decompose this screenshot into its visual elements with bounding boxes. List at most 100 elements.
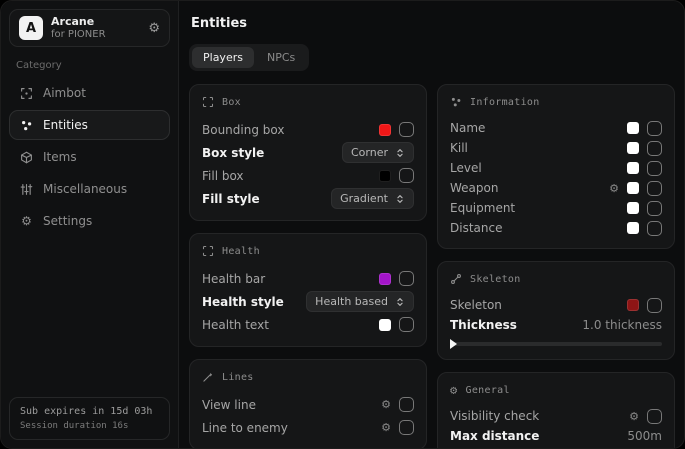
box-style-dropdown[interactable]: Corner: [342, 142, 414, 163]
color-swatch[interactable]: [379, 273, 391, 285]
box-style-row: Box style Corner: [202, 141, 414, 164]
box-panel: Box Bounding box Box style Corner: [189, 84, 427, 221]
settings-gear-icon[interactable]: ⚙: [609, 183, 619, 194]
brand-subtitle: for PIONER: [51, 29, 106, 40]
page-title: Entities: [191, 16, 675, 31]
subscription-card: Sub expires in 15d 03h Session duration …: [9, 397, 170, 440]
brand-name: Arcane: [51, 16, 106, 28]
max-distance-row: Max distance 500m: [450, 426, 662, 446]
thickness-row: Thickness 1.0 thickness: [450, 315, 662, 335]
row-label: Fill box: [202, 169, 244, 183]
checkbox[interactable]: [647, 121, 662, 136]
thickness-value: 1.0 thickness: [582, 318, 662, 332]
thickness-slider[interactable]: [450, 342, 662, 346]
sub-expiry-text: Sub expires in 15d 03h: [20, 406, 159, 417]
sidebar-item-label: Entities: [43, 118, 88, 132]
sidebar-nav: Aimbot Entities Items Miscellaneous: [9, 78, 170, 236]
sidebar-item-items[interactable]: Items: [9, 142, 170, 172]
information-panel: Information Name Kill: [437, 84, 675, 249]
row-label: Health text: [202, 318, 269, 332]
color-swatch[interactable]: [627, 202, 639, 214]
checkbox[interactable]: [647, 409, 662, 424]
sidebar-item-aimbot[interactable]: Aimbot: [9, 78, 170, 108]
logo-letter: A: [26, 21, 36, 36]
checkbox[interactable]: [647, 161, 662, 176]
skeleton-panel: Skeleton Skeleton Thickness 1.0 thicknes…: [437, 261, 675, 360]
max-distance-value: 500m: [627, 429, 662, 443]
sidebar-item-label: Miscellaneous: [43, 182, 127, 196]
panel-title: Lines: [222, 372, 254, 383]
row-label: Health style: [202, 295, 284, 309]
color-swatch[interactable]: [627, 299, 639, 311]
row-label: Line to enemy: [202, 421, 288, 435]
brand-card: A Arcane for PIONER ⚙: [9, 9, 170, 47]
tab-players[interactable]: Players: [192, 47, 254, 68]
sidebar-item-settings[interactable]: ⚙ Settings: [9, 206, 170, 236]
row-label: Distance: [450, 221, 502, 235]
distance-row: Distance: [450, 218, 662, 238]
checkbox[interactable]: [647, 221, 662, 236]
color-swatch[interactable]: [379, 124, 391, 136]
entities-icon: [20, 119, 33, 132]
bone-icon: [450, 273, 462, 285]
level-row: Level: [450, 158, 662, 178]
checkbox[interactable]: [647, 201, 662, 216]
checkbox[interactable]: [399, 122, 414, 137]
color-swatch[interactable]: [627, 122, 639, 134]
row-label: Box style: [202, 146, 264, 160]
health-bar-row: Health bar: [202, 267, 414, 290]
row-label: Equipment: [450, 201, 515, 215]
checkbox[interactable]: [399, 168, 414, 183]
fill-style-dropdown[interactable]: Gradient: [331, 188, 414, 209]
session-duration-text: Session duration 16s: [20, 421, 159, 431]
sidebar-item-label: Items: [43, 150, 77, 164]
unfold-icon: [395, 148, 405, 158]
bounding-box-row: Bounding box: [202, 118, 414, 141]
sidebar-item-entities[interactable]: Entities: [9, 110, 170, 140]
sidebar-item-miscellaneous[interactable]: Miscellaneous: [9, 174, 170, 204]
entity-tabs: Players NPCs: [189, 44, 309, 71]
thickness-slider-thumb[interactable]: [450, 339, 457, 349]
app-logo: A: [19, 16, 43, 40]
color-swatch[interactable]: [627, 222, 639, 234]
gear-icon[interactable]: ⚙: [148, 22, 160, 35]
checkbox[interactable]: [399, 271, 414, 286]
visibility-check-row: Visibility check ⚙: [450, 406, 662, 426]
color-swatch[interactable]: [627, 182, 639, 194]
settings-gear-icon[interactable]: ⚙: [629, 411, 639, 422]
health-style-row: Health style Health based: [202, 290, 414, 313]
checkbox[interactable]: [647, 141, 662, 156]
settings-gear-icon[interactable]: ⚙: [381, 422, 391, 433]
checkbox[interactable]: [399, 317, 414, 332]
view-line-row: View line ⚙: [202, 393, 414, 416]
panel-title: Box: [222, 97, 241, 108]
line-to-enemy-row: Line to enemy ⚙: [202, 416, 414, 439]
row-label: Level: [450, 161, 482, 175]
health-brackets-icon: [202, 245, 214, 257]
sidebar-item-label: Settings: [43, 214, 92, 228]
checkbox[interactable]: [647, 298, 662, 313]
panel-title: Information: [470, 97, 540, 108]
row-label: Max distance: [450, 429, 539, 443]
color-swatch[interactable]: [379, 170, 391, 182]
kill-row: Kill: [450, 138, 662, 158]
color-swatch[interactable]: [379, 319, 391, 331]
checkbox[interactable]: [399, 397, 414, 412]
main-content: Entities Players NPCs Box Bounding box: [179, 1, 685, 448]
color-swatch[interactable]: [627, 162, 639, 174]
lines-panel: Lines View line ⚙ Line to enemy ⚙: [189, 359, 427, 449]
row-label: Weapon: [450, 181, 498, 195]
row-label: Name: [450, 121, 485, 135]
checkbox[interactable]: [399, 420, 414, 435]
tab-npcs[interactable]: NPCs: [256, 47, 306, 68]
panel-title: General: [466, 385, 510, 396]
weapon-row: Weapon ⚙: [450, 178, 662, 198]
gear-icon: ⚙: [450, 384, 458, 396]
fill-style-row: Fill style Gradient: [202, 187, 414, 210]
color-swatch[interactable]: [627, 142, 639, 154]
health-style-dropdown[interactable]: Health based: [306, 291, 414, 312]
checkbox[interactable]: [647, 181, 662, 196]
health-text-row: Health text: [202, 313, 414, 336]
settings-gear-icon[interactable]: ⚙: [381, 399, 391, 410]
row-label: Health bar: [202, 272, 265, 286]
